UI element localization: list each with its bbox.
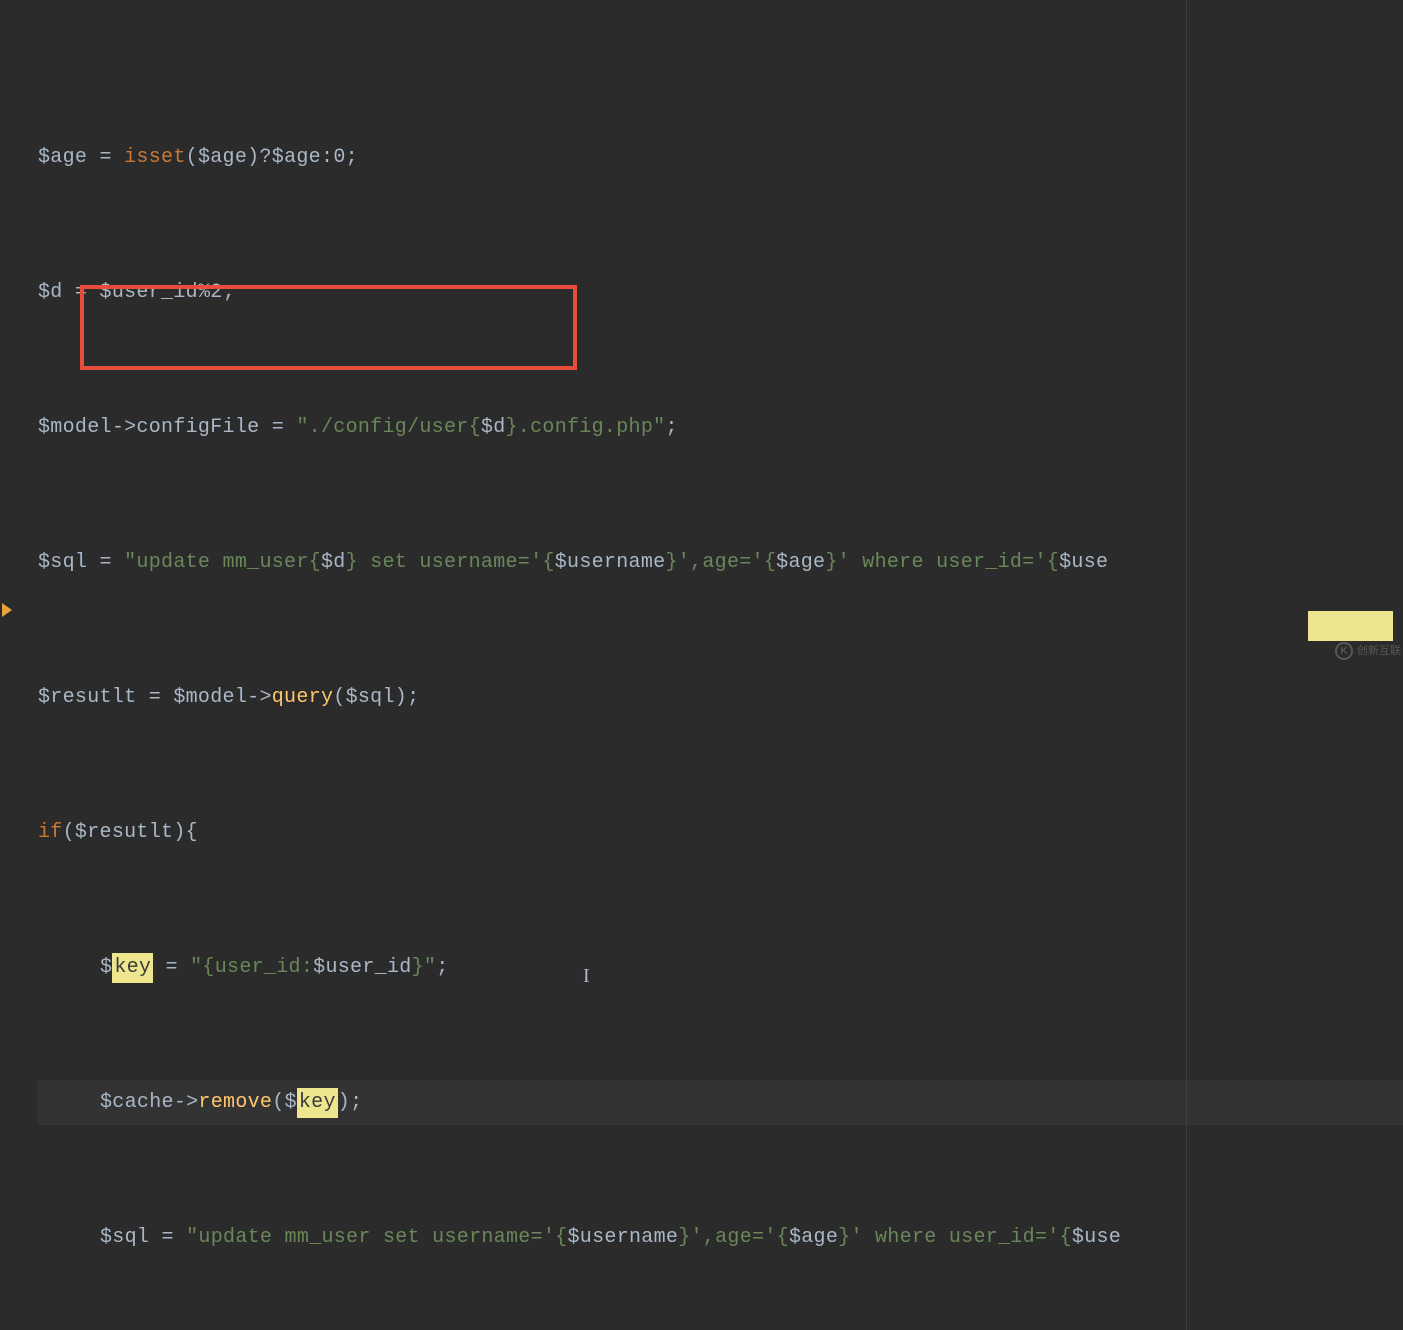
code-token-punct: ( (272, 1088, 284, 1118)
code-token-string: "{user_id: (190, 953, 313, 983)
code-token-method: query (272, 683, 334, 713)
search-highlight: key (297, 1088, 338, 1118)
code-line[interactable]: $resutlt = $model->query($sql); (38, 675, 1403, 720)
code-token-punct: ; (665, 413, 677, 443)
code-token-variable: $sql (346, 683, 395, 713)
code-token-string: }.config.php" (506, 413, 666, 443)
code-token-punct: : (321, 143, 333, 173)
code-token-string: "update mm_user{ (124, 548, 321, 578)
code-token-variable: $use (1072, 1223, 1121, 1253)
code-token-variable: $model (38, 413, 112, 443)
code-token-keyword: isset (124, 143, 186, 173)
code-token-punct: ; (436, 953, 448, 983)
code-line[interactable]: $model->configFile = "./config/user{$d}.… (38, 405, 1403, 450)
code-token-punct: ) (395, 683, 407, 713)
code-token-number: 2 (210, 278, 222, 308)
code-line[interactable]: $age = isset($age)?$age:0; (38, 135, 1403, 180)
code-token-operator: = (259, 413, 296, 443)
code-token-operator: = (136, 683, 173, 713)
code-line[interactable]: if($resutlt){ (38, 810, 1403, 855)
code-token-operator: = (63, 278, 100, 308)
code-token-variable: $sql (38, 548, 87, 578)
code-token-operator: = (87, 143, 124, 173)
gutter-arrow-icon (2, 603, 12, 617)
watermark: K 创新互联 (1335, 637, 1401, 665)
code-token-variable: $ (100, 953, 112, 983)
code-token-operator: % (198, 278, 210, 308)
code-token-string: "update mm_user set username='{ (186, 1223, 567, 1253)
code-token-operator: = (153, 953, 190, 983)
code-token-variable: $username (555, 548, 666, 578)
code-token-property: configFile (136, 413, 259, 443)
code-token-punct: )? (247, 143, 272, 173)
code-token-variable: $username (568, 1223, 679, 1253)
code-line[interactable]: $key = "{user_id:$user_id}"; I (38, 945, 1403, 990)
code-line[interactable]: $d = $user_id%2; (38, 270, 1403, 315)
code-token-operator: = (87, 548, 124, 578)
code-token-string: }" (412, 953, 437, 983)
code-token-variable: $age (789, 1223, 838, 1253)
code-token-variable: $d (481, 413, 506, 443)
code-token-punct: ; (350, 1088, 362, 1118)
code-token-punct: ; (223, 278, 235, 308)
code-token-punct: ; (346, 143, 358, 173)
code-editor[interactable]: $age = isset($age)?$age:0; $d = $user_id… (0, 0, 1403, 1330)
code-token-method: remove (198, 1088, 272, 1118)
code-token-variable: $age (272, 143, 321, 173)
search-highlight: key (112, 953, 153, 983)
code-token-variable: $age (38, 143, 87, 173)
code-token-variable: $resutlt (38, 683, 136, 713)
code-token-string: }',age='{ (665, 548, 776, 578)
code-token-arrow: -> (112, 413, 137, 443)
code-token-string: }',age='{ (678, 1223, 789, 1253)
text-cursor-icon: I (583, 961, 590, 991)
code-token-punct: ( (186, 143, 198, 173)
code-token-punct: ; (407, 683, 419, 713)
right-margin-indicator (1186, 0, 1187, 1330)
code-token-punct: ) (338, 1088, 350, 1118)
code-token-variable: $use (1059, 548, 1108, 578)
code-token-variable: $sql (100, 1223, 149, 1253)
code-token-variable: $cache (100, 1088, 174, 1118)
code-token-string: }' where user_id='{ (825, 548, 1059, 578)
watermark-logo-icon: K (1335, 642, 1353, 660)
code-token-arrow: -> (174, 1088, 199, 1118)
code-token-string: }' where user_id='{ (838, 1223, 1072, 1253)
code-token-string: } set username='{ (346, 548, 555, 578)
code-token-arrow: -> (247, 683, 272, 713)
code-token-variable: $age (198, 143, 247, 173)
code-token-punct: ){ (173, 818, 198, 848)
code-token-punct: ( (63, 818, 75, 848)
code-token-variable: $age (776, 548, 825, 578)
code-line-current[interactable]: $cache->remove($key); (38, 1080, 1403, 1125)
code-token-variable: $d (38, 278, 63, 308)
code-token-variable: $user_id (313, 953, 411, 983)
watermark-text: 创新互联 (1357, 643, 1401, 660)
code-token-variable: $user_id (100, 278, 198, 308)
code-line[interactable]: $sql = "update mm_user set username='{$u… (38, 1215, 1403, 1260)
code-token-punct: ( (333, 683, 345, 713)
code-line[interactable]: $sql = "update mm_user{$d} set username=… (38, 540, 1403, 585)
code-token-string: "./config/user{ (296, 413, 481, 443)
code-token-number: 0 (333, 143, 345, 173)
code-token-keyword: if (38, 818, 63, 848)
code-token-variable: $ (285, 1088, 297, 1118)
code-token-variable: $model (173, 683, 247, 713)
code-token-variable: $resutlt (75, 818, 173, 848)
code-token-variable: $d (321, 548, 346, 578)
code-token-operator: = (149, 1223, 186, 1253)
